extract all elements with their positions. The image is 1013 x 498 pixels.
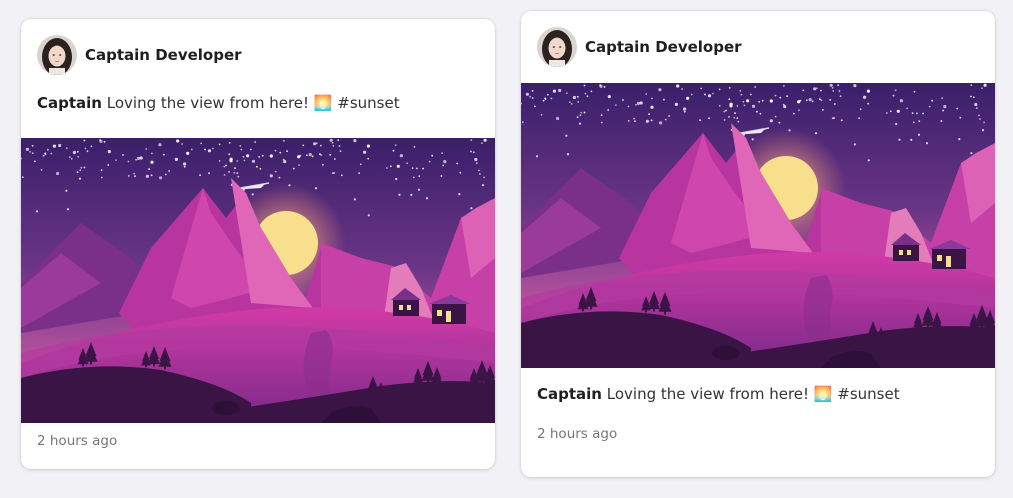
caption-text: Loving the view from here! 🌅 #sunset — [601, 385, 900, 403]
post-image[interactable] — [521, 83, 995, 368]
post-header: Captain Developer — [21, 19, 495, 91]
post-card-2: Captain Developer Captain Loving the vie… — [521, 11, 995, 477]
avatar[interactable] — [37, 35, 77, 75]
post-caption: Captain Loving the view from here! 🌅 #su… — [521, 384, 995, 404]
avatar[interactable] — [537, 27, 577, 67]
caption-text: Loving the view from here! 🌅 #sunset — [101, 94, 400, 112]
caption-username[interactable]: Captain — [37, 94, 102, 112]
post-image[interactable] — [21, 138, 495, 423]
caption-username[interactable]: Captain — [537, 385, 602, 403]
post-caption: Captain Loving the view from here! 🌅 #su… — [21, 93, 495, 138]
author-name[interactable]: Captain Developer — [85, 46, 242, 64]
post-timestamp: 2 hours ago — [537, 426, 618, 442]
post-header: Captain Developer — [521, 11, 995, 83]
author-name[interactable]: Captain Developer — [585, 38, 742, 56]
post-timestamp: 2 hours ago — [37, 433, 118, 449]
post-card-1: Captain Developer Captain Loving the vie… — [21, 19, 495, 469]
